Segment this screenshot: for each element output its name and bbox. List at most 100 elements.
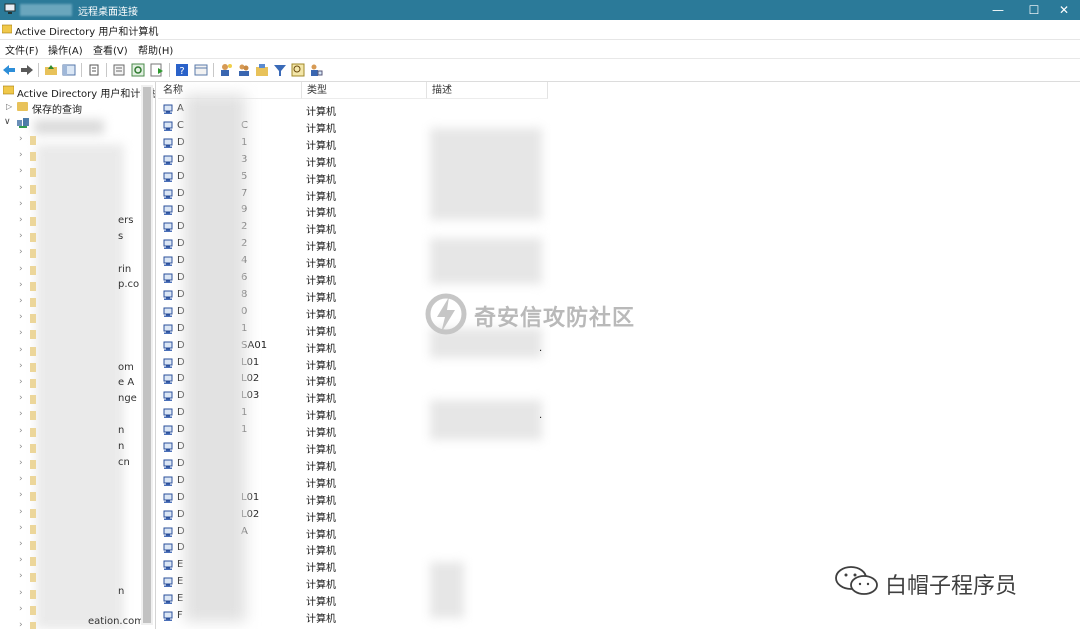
expand-arrow-icon[interactable]: › xyxy=(19,588,23,598)
menu-view[interactable]: 查看(V) xyxy=(93,42,128,57)
new-ou-icon[interactable] xyxy=(255,63,269,77)
up-folder-icon[interactable] xyxy=(44,63,58,77)
expand-arrow-icon[interactable]: › xyxy=(19,507,23,517)
tree-item-fragment[interactable]: eation.com xyxy=(88,616,144,627)
computer-type: 计算机 xyxy=(306,512,336,524)
tree-scrollbar-thumb[interactable] xyxy=(143,87,151,623)
expand-arrow-icon[interactable]: › xyxy=(19,231,23,241)
computer-name[interactable]: E xyxy=(177,593,183,604)
tree-scrollbar[interactable] xyxy=(141,85,153,625)
computer-icon xyxy=(163,391,174,402)
expand-arrow-icon[interactable]: › xyxy=(19,474,23,484)
tree-item-fragment[interactable]: p.co xyxy=(118,279,139,290)
menu-help[interactable]: 帮助(H) xyxy=(138,42,173,57)
tree-item-fragment[interactable]: om xyxy=(118,362,134,373)
folder-icon xyxy=(30,200,36,210)
refresh-icon[interactable] xyxy=(131,63,145,77)
folder-icon xyxy=(30,152,36,162)
expand-arrow-icon[interactable]: › xyxy=(19,280,23,290)
expand-arrow-icon[interactable]: › xyxy=(19,361,23,371)
computer-type: 计算机 xyxy=(306,242,336,254)
tree-root[interactable]: Active Directory 用户和计算机 xyxy=(17,85,155,100)
wechat-icon xyxy=(835,566,878,595)
back-arrow-icon[interactable] xyxy=(2,63,16,77)
expand-arrow-icon[interactable]: › xyxy=(19,490,23,500)
computer-name[interactable]: C xyxy=(177,120,184,131)
expand-arrow-icon[interactable]: › xyxy=(19,183,23,193)
tree-item-saved-queries[interactable]: 保存的查询 xyxy=(32,101,82,116)
expand-arrow-icon[interactable]: › xyxy=(19,442,23,452)
folder-icon xyxy=(30,524,36,534)
expand-arrow-icon[interactable]: › xyxy=(19,409,23,419)
show-tree-icon[interactable] xyxy=(62,63,76,77)
computer-name[interactable]: A xyxy=(177,103,184,114)
computer-type: 计算机 xyxy=(306,411,336,423)
tree-item-fragment[interactable]: ers xyxy=(118,215,133,226)
collapse-arrow-icon[interactable]: ∨ xyxy=(4,117,11,127)
tree-item-fragment[interactable]: rin xyxy=(118,264,131,275)
folder-icon xyxy=(30,184,36,194)
column-header-type[interactable]: 类型 xyxy=(302,82,427,99)
expand-arrow-icon[interactable]: › xyxy=(19,345,23,355)
computer-type: 计算机 xyxy=(306,123,336,135)
computer-icon xyxy=(163,408,174,419)
tree-item-fragment[interactable]: n xyxy=(118,425,124,436)
help-icon[interactable]: ? xyxy=(175,63,189,77)
expand-arrow-icon[interactable]: › xyxy=(19,539,23,549)
expand-arrow-icon[interactable]: › xyxy=(19,426,23,436)
delete-icon[interactable] xyxy=(87,63,101,77)
tree-item-fragment[interactable]: n xyxy=(118,586,124,597)
expand-arrow-icon[interactable]: › xyxy=(19,604,23,614)
expand-arrow-icon[interactable]: › xyxy=(19,393,23,403)
forward-arrow-icon[interactable] xyxy=(20,63,34,77)
computer-name[interactable]: E xyxy=(177,576,183,587)
expand-arrow-icon[interactable]: › xyxy=(19,247,23,257)
expand-arrow-icon[interactable]: › xyxy=(19,166,23,176)
expand-arrow-icon[interactable]: › xyxy=(19,523,23,533)
menu-action[interactable]: 操作(A) xyxy=(48,42,83,57)
view-icon[interactable] xyxy=(194,63,208,77)
filter-icon[interactable] xyxy=(273,63,287,77)
computer-type: 计算机 xyxy=(306,580,336,592)
find-icon[interactable] xyxy=(291,63,305,77)
expand-arrow-icon[interactable]: › xyxy=(19,296,23,306)
app-title: Active Directory 用户和计算机 xyxy=(15,27,159,38)
properties-icon[interactable] xyxy=(112,63,126,77)
folder-icon xyxy=(30,330,36,340)
expand-arrow-icon[interactable]: › xyxy=(19,377,23,387)
expand-arrow-icon[interactable]: ▷ xyxy=(6,102,12,111)
tree-item-fragment[interactable]: e A xyxy=(118,377,134,388)
expand-arrow-icon[interactable]: › xyxy=(19,555,23,565)
computer-icon xyxy=(163,273,174,284)
expand-arrow-icon[interactable]: › xyxy=(19,134,23,144)
tree-item-fragment[interactable]: n xyxy=(118,441,124,452)
computer-type: 计算机 xyxy=(306,495,336,507)
computer-icon xyxy=(163,155,174,166)
expand-arrow-icon[interactable]: › xyxy=(19,312,23,322)
column-header-description[interactable]: 描述 xyxy=(427,82,548,99)
menu-file[interactable]: 文件(F) xyxy=(5,42,39,57)
expand-arrow-icon[interactable]: › xyxy=(19,199,23,209)
expand-arrow-icon[interactable]: › xyxy=(19,264,23,274)
computer-icon xyxy=(163,543,174,554)
tree-item-fragment[interactable]: nge xyxy=(118,393,137,404)
computer-name[interactable]: E xyxy=(177,559,183,570)
expand-arrow-icon[interactable]: › xyxy=(19,620,23,629)
close-button[interactable]: ✕ xyxy=(1046,0,1080,20)
expand-arrow-icon[interactable]: › xyxy=(19,328,23,338)
tree-item-fragment[interactable]: s xyxy=(118,231,123,242)
folder-icon xyxy=(30,476,36,486)
add-to-group-icon[interactable] xyxy=(309,63,323,77)
tree-item-fragment[interactable]: cn xyxy=(118,457,130,468)
expand-arrow-icon[interactable]: › xyxy=(19,458,23,468)
expand-arrow-icon[interactable]: › xyxy=(19,150,23,160)
computer-name[interactable]: F xyxy=(177,610,183,621)
new-group-icon[interactable] xyxy=(237,63,251,77)
computer-type: 计算机 xyxy=(306,394,336,406)
new-user-icon[interactable] xyxy=(219,63,233,77)
folder-icon xyxy=(30,379,36,388)
expand-arrow-icon[interactable]: › xyxy=(19,571,23,581)
expand-arrow-icon[interactable]: › xyxy=(19,215,23,225)
minimize-button[interactable]: — xyxy=(980,0,1016,20)
export-icon[interactable] xyxy=(150,63,164,77)
